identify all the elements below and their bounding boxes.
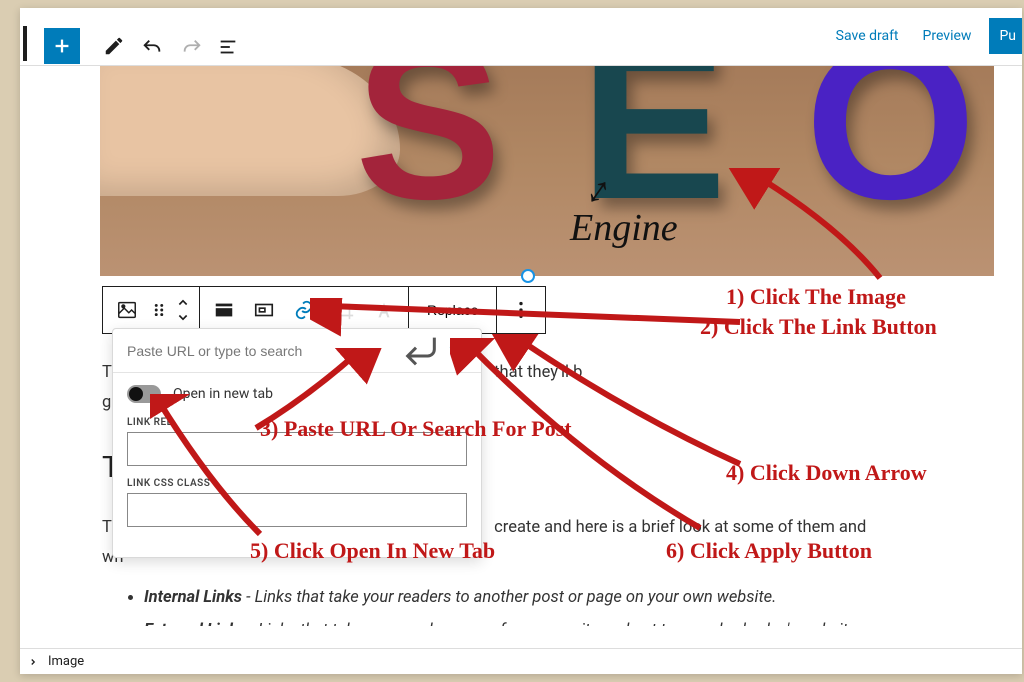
move-arrows-icon[interactable] <box>171 287 195 333</box>
left-accent <box>23 26 27 61</box>
preview-link[interactable]: Preview <box>911 28 984 44</box>
aspect-ratio-icon[interactable] <box>244 287 284 333</box>
undo-button[interactable] <box>140 36 164 60</box>
link-css-label: LINK CSS CLASS <box>127 478 467 489</box>
edit-mode-button[interactable] <box>102 34 126 58</box>
chevron-right-icon <box>28 657 38 667</box>
block-breadcrumb[interactable]: Image <box>20 648 1022 674</box>
link-url-input[interactable] <box>113 343 401 359</box>
image-letter-s: S <box>355 66 496 249</box>
redo-button[interactable] <box>180 36 204 60</box>
add-block-button[interactable] <box>44 28 80 64</box>
list-item: External Links - Links that take your re… <box>144 616 972 626</box>
breadcrumb-label: Image <box>48 654 84 669</box>
post-image[interactable]: S E O ↕ Engine <box>100 66 994 276</box>
more-options-icon[interactable] <box>501 287 541 333</box>
list-item: Internal Links - Links that take your re… <box>144 583 972 613</box>
top-right-actions: Save draft Preview Pu <box>824 8 1022 64</box>
editor-content: S E O ↕ Engine Th that they'll b gr Tn T… <box>100 66 994 626</box>
drag-handle-icon[interactable] <box>147 287 171 333</box>
open-new-tab-toggle[interactable] <box>127 385 161 403</box>
link-rel-input[interactable] <box>127 432 467 466</box>
image-engine-text: Engine <box>570 206 678 250</box>
link-popover: Open in new tab LINK REL LINK CSS CLASS <box>112 328 482 558</box>
apply-link-button[interactable] <box>401 331 441 371</box>
document-outline-button[interactable] <box>216 35 240 59</box>
align-full-icon[interactable] <box>204 287 244 333</box>
body-p2-b: create and here is a brief look at some … <box>494 518 866 537</box>
link-css-input[interactable] <box>127 493 467 527</box>
expand-options-button[interactable] <box>441 331 481 371</box>
crop-icon[interactable] <box>324 287 364 333</box>
link-rel-label: LINK REL <box>127 417 467 428</box>
text-overlay-icon[interactable] <box>364 287 404 333</box>
image-block-toolbar: Replace <box>102 286 546 334</box>
block-type-image-icon[interactable] <box>107 287 147 333</box>
top-toolbar: Save draft Preview Pu <box>20 8 1022 66</box>
save-draft-link[interactable]: Save draft <box>824 28 911 44</box>
publish-button[interactable]: Pu <box>989 18 1022 54</box>
replace-button[interactable]: Replace <box>413 287 492 333</box>
image-resize-handle[interactable] <box>521 269 535 283</box>
image-letter-o: O <box>805 66 970 249</box>
open-new-tab-label: Open in new tab <box>173 386 273 402</box>
insert-link-button[interactable] <box>284 287 324 333</box>
body-p1-b: that they'll b <box>494 363 582 382</box>
editor-frame: Save draft Preview Pu S E O ↕ Engine Th … <box>20 8 1022 674</box>
